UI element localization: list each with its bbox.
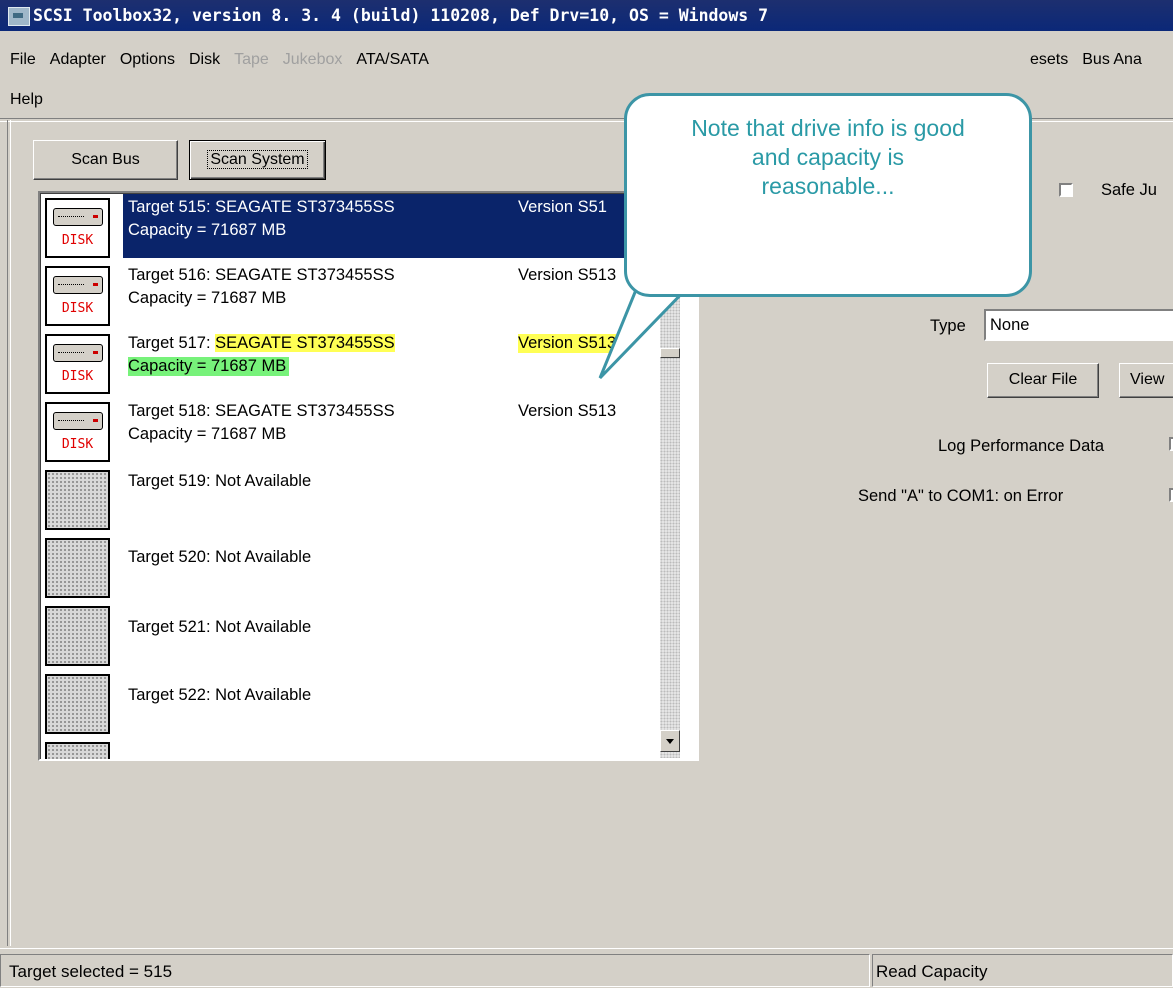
status-operation: Read Capacity — [872, 954, 1173, 987]
target-name: Target 520: Not Available — [128, 548, 312, 566]
disk-label: DISK — [61, 233, 94, 248]
menu-options[interactable]: Options — [113, 46, 182, 74]
send-a-checkbox[interactable] — [1169, 488, 1173, 502]
callout-line: reasonable... — [761, 173, 895, 199]
safe-checkbox[interactable] — [1059, 183, 1073, 197]
menu-presets[interactable]: esets — [1030, 46, 1075, 74]
menu-help[interactable]: Help — [0, 86, 50, 114]
menu-bar-row2: Help — [0, 86, 50, 114]
list-item-target-517[interactable]: DISK Target 517: SEAGATE ST373455SS Vers… — [41, 330, 677, 398]
target-name: Target 516: SEAGATE ST373455SS — [128, 266, 395, 284]
list-item-target-520[interactable]: Target 520: Not Available — [41, 534, 677, 602]
menu-jukebox[interactable]: Jukebox — [276, 46, 350, 74]
target-capacity: Capacity = 71687 MB — [128, 289, 287, 307]
clear-file-button[interactable]: Clear File — [987, 363, 1099, 398]
app-icon[interactable] — [8, 7, 30, 26]
title-bar: SCSI Toolbox32, version 8. 3. 4 (build) … — [0, 0, 1173, 31]
menu-bus-analyzer[interactable]: Bus Ana — [1075, 46, 1149, 74]
send-a-label: Send "A" to COM1: on Error — [858, 487, 1064, 505]
menu-bar-right: esets Bus Ana — [1030, 46, 1149, 74]
menu-tape[interactable]: Tape — [227, 46, 276, 74]
annotation-callout: Note that drive info is good and capacity… — [624, 93, 1032, 297]
unavailable-icon — [45, 674, 110, 734]
list-item-target-521[interactable]: Target 521: Not Available — [41, 602, 677, 670]
target-name: Target 519: Not Available — [128, 472, 312, 490]
list-item-target-515[interactable]: DISK Target 515: SEAGATE ST373455SS Vers… — [41, 194, 677, 262]
view-button[interactable]: View — [1119, 363, 1173, 398]
device-list[interactable]: DISK Target 515: SEAGATE ST373455SS Vers… — [38, 191, 699, 761]
list-item-target-519[interactable]: Target 519: Not Available — [41, 466, 677, 534]
disk-label: DISK — [61, 301, 94, 316]
type-field[interactable]: None — [984, 309, 1173, 341]
unavailable-icon — [45, 606, 110, 666]
window-title: SCSI Toolbox32, version 8. 3. 4 (build) … — [33, 6, 769, 25]
target-capacity: Capacity = 71687 MB — [128, 221, 287, 239]
status-bar-border — [0, 948, 1173, 951]
target-capacity: Capacity = 71687 MB — [128, 425, 287, 443]
disk-drive-icon: DISK — [45, 266, 110, 326]
target-version: Version S51 — [518, 198, 607, 216]
type-label: Type — [930, 317, 966, 335]
target-prefix: Target 517: — [128, 334, 216, 352]
safe-label: Safe Ju — [1101, 181, 1157, 199]
scan-bus-button[interactable]: Scan Bus — [33, 140, 178, 180]
target-version: Version S513 — [518, 402, 617, 420]
menu-disk[interactable]: Disk — [182, 46, 227, 74]
unavailable-icon — [45, 742, 110, 759]
disk-drive-icon: DISK — [45, 334, 110, 394]
status-target-selected: Target selected = 515 — [0, 954, 870, 987]
list-item-partial — [41, 738, 677, 759]
drive-graphic — [53, 412, 103, 430]
target-name: Target 517: SEAGATE ST373455SS — [128, 334, 395, 353]
list-item-target-516[interactable]: DISK Target 516: SEAGATE ST373455SS Vers… — [41, 262, 677, 330]
callout-text: Note that drive info is good and capacity… — [627, 114, 1029, 201]
log-performance-label: Log Performance Data — [938, 437, 1105, 455]
scroll-down-arrow-icon[interactable] — [660, 730, 680, 752]
menu-adapter[interactable]: Adapter — [43, 46, 113, 74]
drive-graphic — [53, 344, 103, 362]
target-capacity-highlighted: Capacity = 71687 MB — [128, 357, 290, 376]
menu-ata-sata[interactable]: ATA/SATA — [349, 46, 436, 74]
list-item-target-522[interactable]: Target 522: Not Available — [41, 670, 677, 738]
drive-graphic — [53, 276, 103, 294]
target-name: Target 521: Not Available — [128, 618, 312, 636]
unavailable-icon — [45, 538, 110, 598]
log-performance-checkbox[interactable] — [1169, 437, 1173, 451]
callout-line: Note that drive info is good — [691, 115, 965, 141]
drive-graphic — [53, 208, 103, 226]
disk-label: DISK — [61, 437, 94, 452]
client-area-left-border — [7, 120, 11, 946]
disk-label: DISK — [61, 369, 94, 384]
menu-bar: File Adapter Options Disk Tape Jukebox ATA/SAT… — [0, 46, 436, 74]
target-name: Target 515: SEAGATE ST373455SS — [128, 198, 395, 216]
menu-file[interactable]: File — [0, 46, 43, 74]
unavailable-icon — [45, 470, 110, 530]
highlighted-model: SEAGATE ST373455SS — [215, 334, 395, 352]
callout-line: and capacity is — [751, 144, 905, 170]
disk-drive-icon: DISK — [45, 198, 110, 258]
target-name: Target 522: Not Available — [128, 686, 312, 704]
scan-system-label: Scan System — [207, 150, 308, 169]
list-item-target-518[interactable]: DISK Target 518: SEAGATE ST373455SS Vers… — [41, 398, 677, 466]
target-name: Target 518: SEAGATE ST373455SS — [128, 402, 395, 420]
scan-system-button[interactable]: Scan System — [189, 140, 326, 180]
device-list-viewport: DISK Target 515: SEAGATE ST373455SS Vers… — [40, 193, 677, 759]
disk-drive-icon: DISK — [45, 402, 110, 462]
